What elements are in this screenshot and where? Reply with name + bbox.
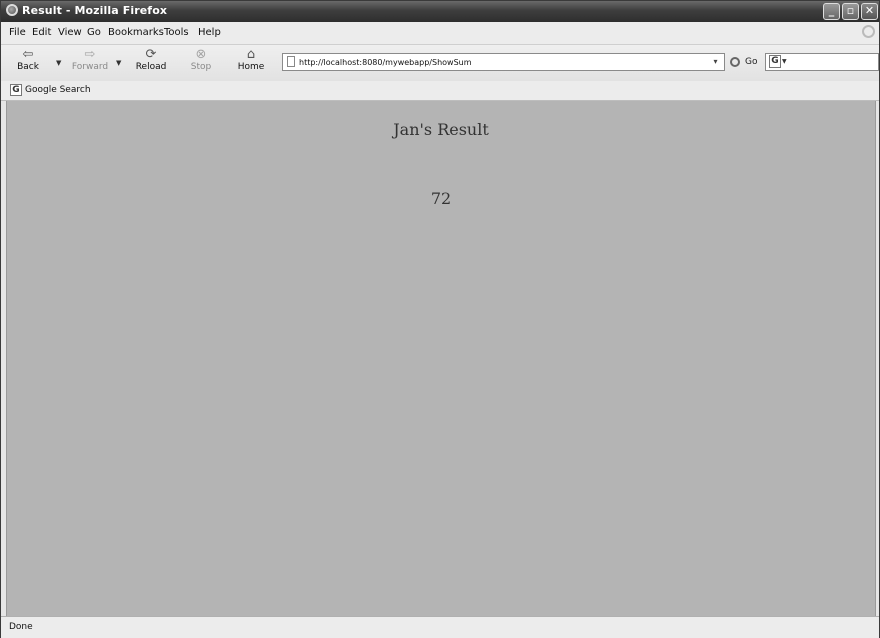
maximize-button[interactable]: ▫ xyxy=(842,3,859,20)
menu-bar: File Edit View Go Bookmarks Tools Help xyxy=(1,22,879,45)
reload-button[interactable]: ⟳ Reload xyxy=(133,48,169,78)
forward-label: Forward xyxy=(71,62,109,72)
reload-label: Reload xyxy=(135,62,167,72)
close-button[interactable]: ✕ xyxy=(861,3,878,20)
go-icon[interactable] xyxy=(730,57,740,67)
google-icon[interactable]: G xyxy=(10,84,22,96)
stop-button[interactable]: ⊗ Stop xyxy=(187,48,215,78)
stop-label: Stop xyxy=(190,62,212,72)
back-button[interactable]: ⇦ Back xyxy=(13,48,43,78)
stop-icon: ⊗ xyxy=(195,47,207,62)
page-heading: Jan's Result xyxy=(393,120,489,139)
status-text: Done xyxy=(9,622,33,632)
throbber-icon xyxy=(862,25,875,38)
back-dropdown-icon[interactable]: ▼ xyxy=(56,59,61,67)
reload-icon: ⟳ xyxy=(145,47,157,62)
forward-dropdown-icon[interactable]: ▼ xyxy=(116,59,121,67)
status-bar: Done xyxy=(1,616,879,638)
window-title: Result - Mozilla Firefox xyxy=(22,4,168,17)
home-label: Home xyxy=(237,62,265,72)
search-input[interactable]: G ▼ xyxy=(765,53,879,71)
url-dropdown-icon[interactable]: ▾ xyxy=(707,53,724,70)
title-bar: Result - Mozilla Firefox _ ▫ ✕ xyxy=(1,1,879,22)
search-engine-dropdown-icon[interactable]: ▼ xyxy=(782,58,787,65)
back-label: Back xyxy=(17,62,39,72)
bookmark-google-search[interactable]: Google Search xyxy=(25,85,91,95)
url-input[interactable] xyxy=(299,54,699,70)
forward-button[interactable]: ⇨ Forward xyxy=(69,48,111,78)
menu-file[interactable]: File xyxy=(9,27,26,38)
menu-bookmarks[interactable]: Bookmarks xyxy=(108,27,164,38)
menu-go[interactable]: Go xyxy=(87,27,101,38)
menu-tools[interactable]: Tools xyxy=(164,27,189,38)
minimize-button[interactable]: _ xyxy=(823,3,840,20)
home-icon: ⌂ xyxy=(246,47,256,62)
firefox-icon xyxy=(6,4,18,16)
home-button[interactable]: ⌂ Home xyxy=(235,48,267,78)
google-icon[interactable]: G xyxy=(769,55,781,68)
address-bar[interactable] xyxy=(282,53,725,71)
menu-edit[interactable]: Edit xyxy=(32,27,51,38)
menu-view[interactable]: View xyxy=(58,27,82,38)
page-content: Jan's Result 72 xyxy=(6,101,876,616)
page-icon xyxy=(287,56,295,67)
browser-window: Result - Mozilla Firefox _ ▫ ✕ File Edit… xyxy=(0,0,880,638)
result-value: 72 xyxy=(430,189,452,208)
back-arrow-icon: ⇦ xyxy=(22,47,34,62)
bookmarks-toolbar: G Google Search xyxy=(1,81,879,101)
forward-arrow-icon: ⇨ xyxy=(84,47,96,62)
menu-help[interactable]: Help xyxy=(198,27,221,38)
go-button[interactable]: Go xyxy=(745,57,757,67)
